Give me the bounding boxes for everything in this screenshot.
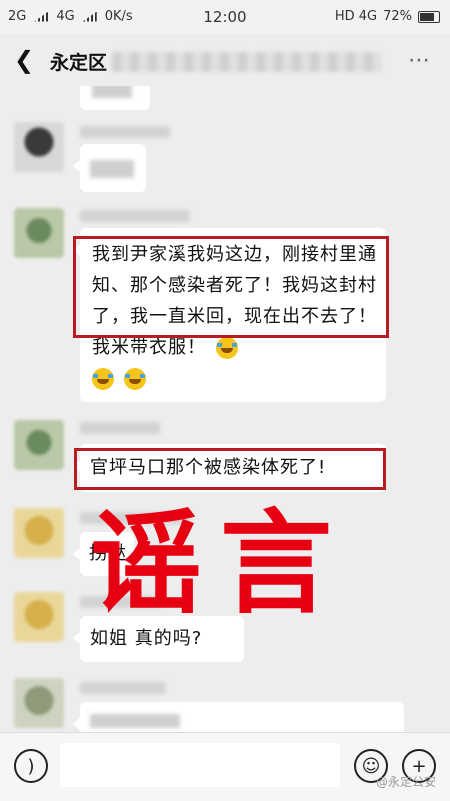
avatar[interactable] — [14, 122, 64, 172]
highlight-box — [73, 236, 389, 338]
blurred-text — [92, 86, 132, 98]
highlight-box — [74, 448, 386, 490]
message-bubble — [80, 86, 150, 110]
more-dots-icon[interactable]: ⋯ — [408, 48, 432, 73]
chat-messages[interactable]: 我到尹家溪我妈这边，刚接村里通知、那个感染者死了！我妈这封村了，我一直米回，现在… — [0, 86, 450, 732]
status-right: HD 4G 72% — [335, 9, 440, 24]
blurred-title — [112, 52, 382, 72]
sender-name — [80, 126, 170, 138]
message-bubble[interactable] — [73, 702, 404, 732]
battery-percent: 72% — [383, 9, 412, 24]
crying-laughing-emoji-icon — [215, 337, 238, 359]
crying-laughing-emoji-icon — [123, 368, 146, 390]
status-bar: 2G 4G 0K/s 12:00 HD 4G 72% — [0, 0, 450, 34]
crying-laughing-emoji-icon — [92, 368, 114, 390]
avatar[interactable] — [14, 592, 64, 642]
blurred-text — [90, 160, 134, 178]
battery-icon — [418, 10, 440, 23]
avatar[interactable] — [14, 420, 64, 470]
voice-icon[interactable]: ) — [14, 749, 48, 783]
input-bar: ) ☺ + @永定公安 — [0, 732, 450, 801]
network-type: HD 4G — [334, 9, 378, 24]
rumor-stamp: 谣言 — [90, 498, 350, 629]
avatar[interactable] — [14, 678, 64, 728]
avatar[interactable] — [14, 208, 64, 258]
sender-name — [80, 682, 166, 694]
chat-title: 永定区 — [50, 52, 108, 74]
sender-name — [80, 422, 160, 434]
avatar[interactable] — [14, 508, 64, 558]
sender-name — [80, 210, 190, 222]
message-input[interactable] — [60, 743, 340, 787]
message-bubble[interactable] — [73, 144, 146, 192]
blurred-text — [90, 714, 180, 728]
watermark: @永定公安 — [375, 775, 436, 789]
chat-header: ❮ 永定区 ⋯ — [0, 34, 450, 86]
chevron-left-icon[interactable]: ❮ — [14, 46, 34, 74]
